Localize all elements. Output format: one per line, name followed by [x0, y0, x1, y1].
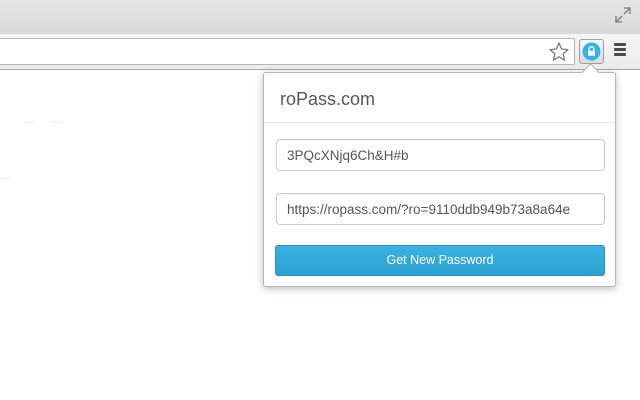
page-divider	[0, 178, 10, 179]
generated-password-field[interactable]	[276, 139, 605, 171]
hamburger-menu-icon[interactable]	[612, 43, 628, 59]
bookmark-star-icon[interactable]	[548, 41, 570, 63]
ropass-extension-button[interactable]	[579, 39, 604, 64]
popup-title: roPass.com	[280, 89, 376, 109]
extension-popup: roPass.com Get New Password	[263, 63, 616, 287]
window-titlebar	[0, 0, 640, 34]
page-divider	[52, 122, 62, 123]
browser-toolbar	[0, 34, 640, 70]
lock-icon	[582, 42, 601, 61]
page-divider	[24, 122, 34, 123]
address-bar[interactable]	[0, 38, 575, 65]
fullscreen-arrows-icon[interactable]	[614, 6, 632, 24]
password-url-field[interactable]	[276, 193, 605, 225]
get-new-password-button[interactable]: Get New Password	[275, 245, 605, 276]
popup-header: roPass.com	[264, 73, 615, 123]
